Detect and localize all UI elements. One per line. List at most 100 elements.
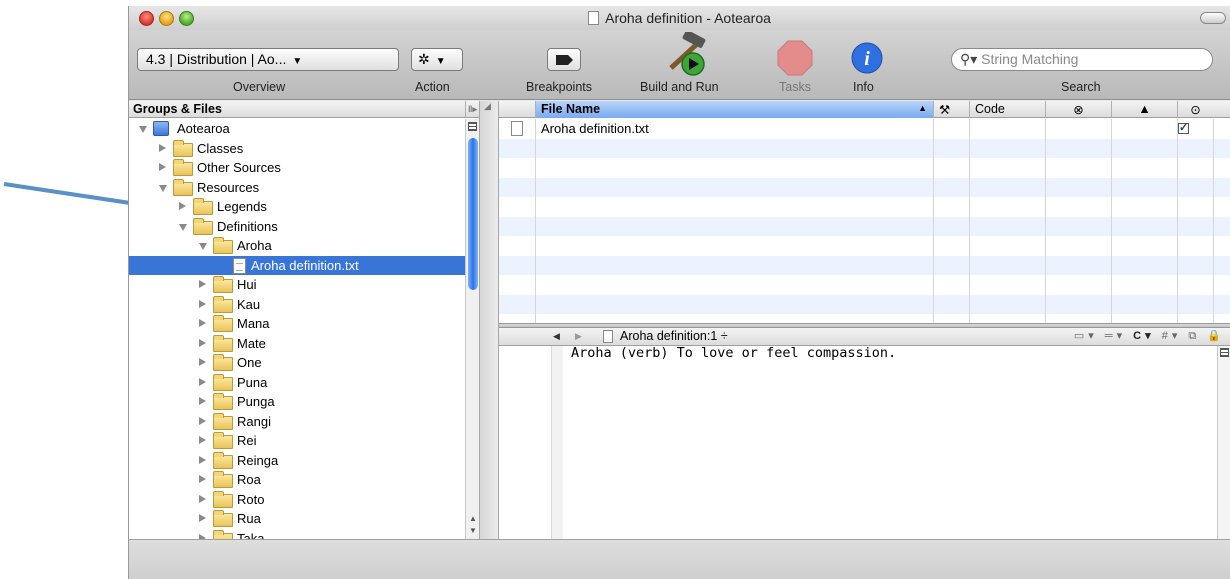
hammer-icon: ⚒ bbox=[939, 103, 951, 117]
detail-view-icon[interactable] bbox=[468, 122, 477, 131]
editor-tool-icons[interactable]: ▭▾ ═▾ C▾ #▾ ⧉ 🔒 bbox=[1074, 329, 1225, 343]
folder-icon bbox=[213, 237, 233, 254]
table-row[interactable]: Aroha definition.txt ✓ bbox=[499, 119, 1230, 139]
split-editor-icon[interactable] bbox=[1220, 348, 1229, 357]
disclosure-closed-icon[interactable] bbox=[199, 416, 206, 425]
sidebar-item-mate[interactable]: Mate bbox=[129, 334, 465, 354]
disclosure-closed-icon[interactable] bbox=[199, 436, 206, 444]
document-icon bbox=[588, 11, 600, 25]
column-divider bbox=[969, 119, 970, 323]
breakpoints-label: Breakpoints bbox=[526, 80, 593, 94]
code-editor[interactable]: Aroha (verb) To love or feel compassion. bbox=[499, 345, 1230, 539]
groups-files-header[interactable]: Groups & Files ‖▸ bbox=[129, 101, 479, 118]
sidebar-item-punga[interactable]: Punga bbox=[129, 392, 465, 412]
disclosure-closed-icon[interactable] bbox=[199, 377, 206, 386]
toolbar-toggle-button[interactable] bbox=[1200, 12, 1226, 24]
forward-arrow-icon[interactable]: ▶ bbox=[575, 331, 582, 342]
window-title: Aroha definition - Aotearoa bbox=[605, 10, 771, 26]
build-column[interactable]: ⚒ bbox=[933, 101, 969, 118]
disclosure-closed-icon[interactable] bbox=[199, 455, 206, 464]
toolbar: 4.3 | Distribution | Ao... ▼ ✲ ▼ Overview … bbox=[129, 30, 1230, 100]
sidebar-item-label: Resources bbox=[197, 179, 260, 195]
sidebar-item-taka[interactable]: Taka bbox=[129, 529, 465, 539]
sidebar-item-legends[interactable]: Legends bbox=[129, 197, 465, 217]
split-view-divider[interactable]: ◢ bbox=[479, 101, 499, 539]
disclosure-closed-icon[interactable] bbox=[199, 494, 206, 503]
sidebar-item-label: Classes bbox=[197, 140, 244, 156]
target-checkbox[interactable]: ✓ bbox=[1178, 123, 1189, 134]
editor-scrollbar[interactable] bbox=[1217, 346, 1230, 539]
folder-icon bbox=[213, 471, 233, 488]
disclosure-closed-icon[interactable] bbox=[199, 280, 206, 288]
sidebar-item-label: Aroha bbox=[237, 238, 272, 253]
sidebar-item-label: Definitions bbox=[217, 218, 278, 234]
table-row bbox=[499, 236, 1230, 256]
groups-tree: Aotearoa Classes Other Sources Resources Leg… bbox=[129, 119, 465, 539]
sidebar-item-roto[interactable]: Roto bbox=[129, 490, 465, 510]
sidebar-item-resources[interactable]: Resources bbox=[129, 178, 465, 198]
breakpoints-button[interactable] bbox=[547, 48, 581, 71]
warnings-column[interactable]: ▲ bbox=[1111, 101, 1177, 118]
action-popup[interactable]: ✲ ▼ bbox=[411, 48, 463, 71]
disclosure-open-icon[interactable] bbox=[159, 184, 167, 192]
sidebar-item-label: Aotearoa bbox=[177, 121, 230, 136]
sidebar-item-hui[interactable]: Hui bbox=[129, 275, 465, 295]
errors-column[interactable]: ⊗ bbox=[1045, 101, 1111, 118]
sidebar-item-aroha-definition-txt[interactable]: Aroha definition.txt bbox=[129, 255, 465, 275]
column-resize-icon[interactable]: ‖▸ bbox=[465, 101, 479, 117]
editor-file-popup[interactable]: Aroha definition:1 ÷ bbox=[620, 329, 728, 343]
sidebar-item-label: Legends bbox=[217, 199, 267, 214]
disclosure-closed-icon[interactable] bbox=[199, 358, 206, 366]
sidebar-item-mana[interactable]: Mana bbox=[129, 314, 465, 334]
editor-gutter[interactable] bbox=[499, 346, 563, 539]
build-and-run-icon[interactable] bbox=[661, 32, 717, 78]
disclosure-open-icon[interactable] bbox=[139, 126, 147, 133]
sidebar-item-classes[interactable]: Classes bbox=[129, 139, 465, 159]
sidebar-item-rua[interactable]: Rua bbox=[129, 509, 465, 529]
scroll-arrows[interactable]: ▲ ▼ bbox=[466, 513, 479, 539]
sidebar-item-label: Aroha definition.txt bbox=[251, 257, 359, 273]
sidebar-item-label: Puna bbox=[237, 374, 268, 390]
disclosure-closed-icon[interactable] bbox=[179, 202, 186, 210]
sidebar-item-reinga[interactable]: Reinga bbox=[129, 451, 465, 471]
sidebar-item-other-sources[interactable]: Other Sources bbox=[129, 158, 465, 178]
target-column[interactable]: ⊙ bbox=[1177, 101, 1213, 118]
sidebar-item-rei[interactable]: Rei bbox=[129, 431, 465, 451]
disclosure-open-icon[interactable] bbox=[179, 223, 187, 231]
sidebar-item-roa[interactable]: Roa bbox=[129, 470, 465, 490]
stop-tasks-icon[interactable] bbox=[777, 40, 813, 76]
sidebar-item-definitions[interactable]: Definitions bbox=[129, 217, 465, 237]
sidebar-item-puna[interactable]: Puna bbox=[129, 373, 465, 393]
folder-icon bbox=[213, 295, 233, 313]
sidebar-scrollbar[interactable]: ▲ ▼ bbox=[465, 119, 479, 539]
sidebar-item-label: Roa bbox=[237, 472, 261, 487]
sidebar-item-aroha[interactable]: Aroha bbox=[129, 236, 465, 256]
disclosure-closed-icon[interactable] bbox=[159, 143, 166, 152]
disclosure-closed-icon[interactable] bbox=[199, 475, 206, 483]
sidebar-item-kau[interactable]: Kau bbox=[129, 295, 465, 315]
disclosure-closed-icon[interactable] bbox=[199, 319, 206, 327]
back-arrow-icon[interactable]: ◀ bbox=[553, 331, 560, 342]
disclosure-closed-icon[interactable] bbox=[199, 338, 206, 347]
disclosure-open-icon[interactable] bbox=[199, 243, 207, 250]
table-row bbox=[499, 197, 1230, 217]
code-column[interactable]: Code bbox=[969, 101, 1045, 118]
disclosure-closed-icon[interactable] bbox=[159, 163, 166, 171]
editor-content[interactable]: Aroha (verb) To love or feel compassion. bbox=[571, 345, 896, 361]
overview-popup[interactable]: 4.3 | Distribution | Ao... ▼ bbox=[137, 48, 399, 71]
sidebar-item-one[interactable]: One bbox=[129, 353, 465, 373]
file-type-column[interactable] bbox=[499, 101, 535, 118]
sidebar-item-rangi[interactable]: Rangi bbox=[129, 412, 465, 432]
file-name-column[interactable]: File Name ▲ bbox=[535, 101, 933, 118]
search-icon: ⚲▾ bbox=[960, 51, 978, 67]
sidebar-scroll-thumb[interactable] bbox=[468, 138, 478, 290]
disclosure-closed-icon[interactable] bbox=[199, 299, 206, 308]
disclosure-closed-icon[interactable] bbox=[199, 514, 206, 522]
sort-ascending-icon: ▲ bbox=[918, 103, 927, 113]
disclosure-closed-icon[interactable] bbox=[199, 397, 206, 405]
info-label: Info bbox=[853, 80, 874, 94]
sidebar-item-aotearoa[interactable]: Aotearoa bbox=[129, 119, 465, 139]
info-icon[interactable]: i bbox=[851, 42, 883, 74]
folder-icon bbox=[213, 373, 233, 391]
search-field[interactable]: ⚲▾ String Matching bbox=[951, 48, 1213, 71]
